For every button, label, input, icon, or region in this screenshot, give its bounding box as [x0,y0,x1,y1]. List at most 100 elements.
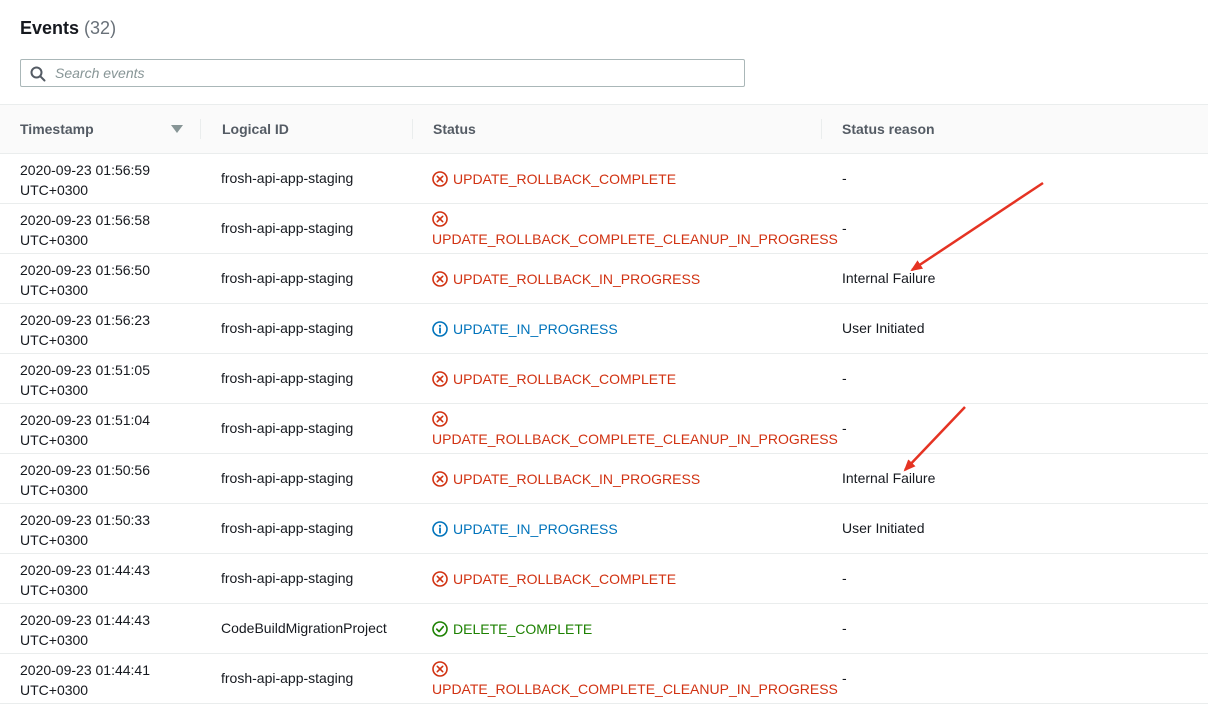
timestamp-date: 2020-09-23 01:56:59 [20,162,150,178]
x-circle-icon [432,570,448,587]
logical-id-cell: frosh-api-app-staging [221,420,354,436]
x-circle-icon [432,470,448,487]
status-reason-cell: - [842,370,847,386]
events-count: (32) [84,18,117,38]
table-row: 2020-09-23 01:44:43 UTC+0300 CodeBuildMigr… [0,604,1208,654]
status-reason-cell: - [842,220,847,236]
status-text: UPDATE_ROLLBACK_COMPLETE_CLEANUP_IN_PROG… [432,680,838,697]
timestamp-timezone: UTC+0300 [20,482,89,498]
logical-id-cell: frosh-api-app-staging [221,270,354,286]
table-row: 2020-09-23 01:56:23 UTC+0300 frosh-api-app… [0,304,1208,354]
status-text: DELETE_COMPLETE [453,620,593,637]
table-row: 2020-09-23 01:50:56 UTC+0300 frosh-api-app… [0,454,1208,504]
page-title: Events (32) [20,18,116,39]
status-reason-cell: - [842,620,847,636]
column-header-timestamp[interactable]: Timestamp [20,105,94,153]
logical-id-cell: CodeBuildMigrationProject [221,620,387,636]
timestamp-timezone: UTC+0300 [20,282,89,298]
x-circle-icon [432,660,448,677]
search-input[interactable] [55,60,735,86]
timestamp-cell: 2020-09-23 01:51:05 UTC+0300 [20,360,150,400]
timestamp-timezone: UTC+0300 [20,332,89,348]
timestamp-timezone: UTC+0300 [20,182,89,198]
status-cell: UPDATE_ROLLBACK_COMPLETE_CLEANUP_IN_PROG… [432,404,838,453]
timestamp-cell: 2020-09-23 01:56:58 UTC+0300 [20,210,150,250]
column-divider[interactable] [412,119,413,139]
status-text: UPDATE_ROLLBACK_COMPLETE_CLEANUP_IN_PROG… [432,230,838,247]
table-row: 2020-09-23 01:56:58 UTC+0300 frosh-api-app… [0,204,1208,254]
table-row: 2020-09-23 01:56:59 UTC+0300 frosh-api-app… [0,154,1208,204]
timestamp-timezone: UTC+0300 [20,232,89,248]
timestamp-timezone: UTC+0300 [20,632,89,648]
logical-id-cell: frosh-api-app-staging [221,320,354,336]
timestamp-date: 2020-09-23 01:44:43 [20,612,150,628]
info-circle-icon [432,520,448,537]
status-reason-cell: - [842,170,847,186]
timestamp-timezone: UTC+0300 [20,432,89,448]
status-reason-cell: User Initiated [842,520,925,536]
timestamp-cell: 2020-09-23 01:51:04 UTC+0300 [20,410,150,450]
table-row: 2020-09-23 01:44:43 UTC+0300 frosh-api-app… [0,554,1208,604]
status-text: UPDATE_ROLLBACK_COMPLETE [453,570,677,587]
status-reason-cell: - [842,570,847,586]
status-text: UPDATE_ROLLBACK_COMPLETE [453,170,677,187]
timestamp-cell: 2020-09-23 01:50:33 UTC+0300 [20,510,150,550]
timestamp-cell: 2020-09-23 01:44:43 UTC+0300 [20,560,150,600]
table-row: 2020-09-23 01:50:33 UTC+0300 frosh-api-app… [0,504,1208,554]
timestamp-date: 2020-09-23 01:51:04 [20,412,150,428]
search-box[interactable] [20,59,745,87]
timestamp-date: 2020-09-23 01:51:05 [20,362,150,378]
status-text: UPDATE_ROLLBACK_IN_PROGRESS [453,470,701,487]
status-cell: UPDATE_ROLLBACK_IN_PROGRESS [432,454,700,503]
column-divider[interactable] [200,119,201,139]
table-row: 2020-09-23 01:44:41 UTC+0300 frosh-api-app… [0,654,1208,704]
timestamp-timezone: UTC+0300 [20,582,89,598]
logical-id-cell: frosh-api-app-staging [221,570,354,586]
table-row: 2020-09-23 01:56:50 UTC+0300 frosh-api-app… [0,254,1208,304]
x-circle-icon [432,410,448,427]
timestamp-timezone: UTC+0300 [20,532,89,548]
status-text: UPDATE_IN_PROGRESS [453,520,618,537]
x-circle-icon [432,210,448,227]
status-cell: UPDATE_ROLLBACK_COMPLETE [432,154,676,203]
info-circle-icon [432,320,448,337]
search-icon [30,66,46,82]
events-table-body: 2020-09-23 01:56:59 UTC+0300 frosh-api-app… [0,154,1208,704]
status-cell: UPDATE_ROLLBACK_COMPLETE_CLEANUP_IN_PROG… [432,654,838,703]
logical-id-cell: frosh-api-app-staging [221,220,354,236]
column-header-status[interactable]: Status [433,105,476,153]
status-reason-cell: User Initiated [842,320,925,336]
column-header-status-reason[interactable]: Status reason [842,105,935,153]
status-cell: UPDATE_IN_PROGRESS [432,504,618,553]
status-text: UPDATE_ROLLBACK_COMPLETE_CLEANUP_IN_PROG… [432,430,838,447]
timestamp-date: 2020-09-23 01:56:23 [20,312,150,328]
status-text: UPDATE_IN_PROGRESS [453,320,618,337]
sort-descending-icon[interactable] [171,125,183,133]
x-circle-icon [432,170,448,187]
check-circle-icon [432,620,448,637]
timestamp-timezone: UTC+0300 [20,382,89,398]
events-header: Events (32) [0,0,1208,104]
logical-id-cell: frosh-api-app-staging [221,170,354,186]
status-cell: UPDATE_IN_PROGRESS [432,304,618,353]
logical-id-cell: frosh-api-app-staging [221,370,354,386]
status-cell: UPDATE_ROLLBACK_COMPLETE_CLEANUP_IN_PROG… [432,204,838,253]
x-circle-icon [432,370,448,387]
status-cell: UPDATE_ROLLBACK_IN_PROGRESS [432,254,700,303]
status-reason-cell: - [842,420,847,436]
timestamp-cell: 2020-09-23 01:44:43 UTC+0300 [20,610,150,650]
timestamp-date: 2020-09-23 01:50:56 [20,462,150,478]
status-reason-cell: - [842,670,847,686]
column-divider[interactable] [821,119,822,139]
column-header-logical-id[interactable]: Logical ID [222,105,289,153]
status-reason-cell: Internal Failure [842,470,936,486]
logical-id-cell: frosh-api-app-staging [221,670,354,686]
timestamp-cell: 2020-09-23 01:50:56 UTC+0300 [20,460,150,500]
timestamp-timezone: UTC+0300 [20,682,89,698]
timestamp-date: 2020-09-23 01:44:41 [20,662,150,678]
status-text: UPDATE_ROLLBACK_COMPLETE [453,370,677,387]
timestamp-cell: 2020-09-23 01:56:50 UTC+0300 [20,260,150,300]
timestamp-date: 2020-09-23 01:44:43 [20,562,150,578]
table-row: 2020-09-23 01:51:04 UTC+0300 frosh-api-app… [0,404,1208,454]
status-reason-cell: Internal Failure [842,270,936,286]
